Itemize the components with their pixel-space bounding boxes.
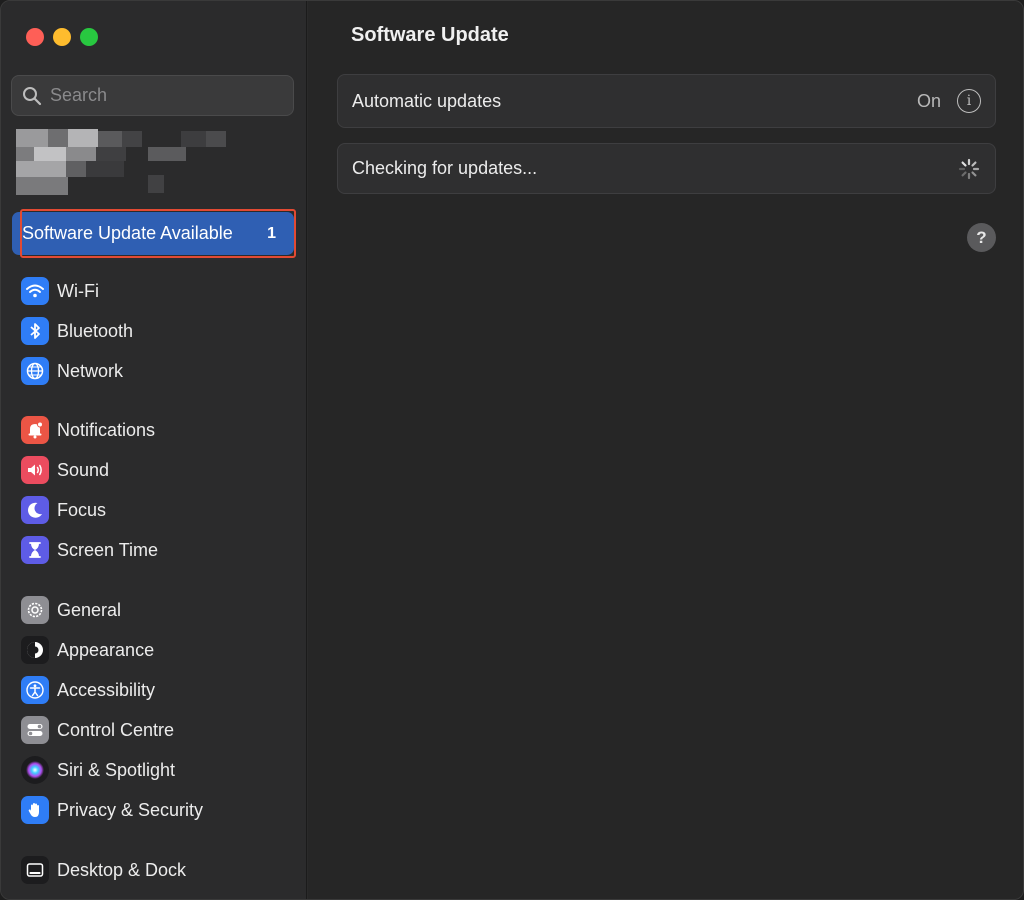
sidebar-item-focus[interactable]: Focus [1,490,307,530]
hourglass-icon [21,536,49,564]
sidebar-item-label: Sound [57,459,110,480]
sidebar-item-bluetooth[interactable]: Bluetooth [1,311,307,351]
gear-icon [21,596,49,624]
sidebar-item-label: Control Centre [57,719,175,740]
sidebar-group-system: General Appearance Accessibility Control… [1,590,307,830]
sidebar-item-sound[interactable]: Sound [1,450,307,490]
sidebar-item-general[interactable]: General [1,590,307,630]
minimize-window-button[interactable] [53,28,71,46]
sidebar-item-label: Accessibility [57,679,156,700]
loading-spinner-icon [958,158,980,179]
sidebar-item-wifi[interactable]: Wi-Fi [1,271,307,311]
page-title: Software Update [351,24,509,46]
sidebar-item-notifications[interactable]: Notifications [1,410,307,450]
sidebar-item-label: Focus [57,499,107,520]
search-field[interactable] [11,75,294,116]
sidebar-item-screen-time[interactable]: Screen Time [1,530,307,570]
search-input[interactable] [50,85,270,106]
sidebar-item-label: Desktop & Dock [57,859,187,880]
automatic-updates-status: On [916,90,941,111]
sidebar-item-accessibility[interactable]: Accessibility [1,670,307,710]
sidebar-item-label: Siri & Spotlight [57,759,176,780]
siri-icon [21,756,49,784]
toggles-icon [21,716,49,744]
settings-window: Software Update Available 1 Wi-Fi Blueto… [0,0,1024,900]
zoom-window-button[interactable] [80,28,98,46]
close-window-button[interactable] [26,28,44,46]
automatic-updates-controls: On i [917,89,981,113]
checking-for-updates-row: Checking for updates... [337,143,996,194]
sidebar-item-label: General [57,599,122,620]
speaker-icon [21,456,49,484]
sidebar: Software Update Available 1 Wi-Fi Blueto… [1,1,307,899]
sidebar-item-privacy-security[interactable]: Privacy & Security [1,790,307,830]
sidebar-item-software-update-available[interactable]: Software Update Available 1 [12,209,296,258]
sidebar-item-label: Network [57,360,124,381]
sidebar-item-label: Notifications [57,419,156,440]
sidebar-item-label: Appearance [57,639,155,660]
help-button[interactable]: ? [967,223,996,252]
main-panel: Software Update Automatic updates On i C… [308,1,1023,899]
wifi-icon [21,277,49,305]
dock-icon [21,856,49,884]
sidebar-item-appearance[interactable]: Appearance [1,630,307,670]
automatic-updates-row[interactable]: Automatic updates On i [337,74,996,128]
sidebar-item-network[interactable]: Network [1,351,307,391]
bluetooth-icon [21,317,49,345]
checking-for-updates-label: Checking for updates... [352,158,538,178]
search-icon [23,86,42,105]
moon-icon [21,496,49,524]
accessibility-icon [21,676,49,704]
automatic-updates-label: Automatic updates [352,90,502,111]
sidebar-group-notifications: Notifications Sound Focus Screen Time [1,410,307,570]
sidebar-item-desktop-dock[interactable]: Desktop & Dock [1,850,307,890]
hand-icon [21,796,49,824]
sidebar-item-label: Bluetooth [57,320,134,341]
globe-icon [21,357,49,385]
info-icon[interactable]: i [957,89,981,113]
update-count-badge: 1 [267,224,276,242]
appearance-icon [21,636,49,664]
bell-icon [21,416,49,444]
sidebar-item-label: Privacy & Security [57,799,204,820]
sidebar-item-siri-spotlight[interactable]: Siri & Spotlight [1,750,307,790]
sidebar-group-connectivity: Wi-Fi Bluetooth Network [1,271,307,391]
sidebar-group-desktop: Desktop & Dock [1,850,307,890]
software-update-available-label: Software Update Available [22,223,233,243]
window-controls [26,28,98,46]
account-avatar-blurred[interactable] [16,129,231,195]
sidebar-item-control-centre[interactable]: Control Centre [1,710,307,750]
sidebar-item-label: Wi-Fi [57,280,99,301]
sidebar-item-label: Screen Time [57,539,159,560]
